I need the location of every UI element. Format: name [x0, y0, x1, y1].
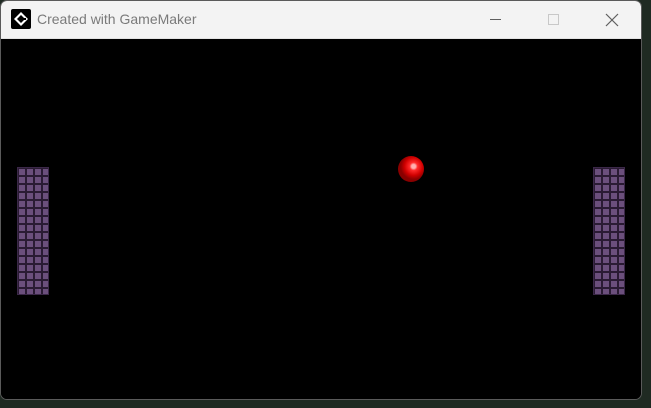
maximize-icon: [547, 14, 559, 25]
minimize-icon: [489, 19, 501, 20]
close-button[interactable]: [583, 1, 641, 38]
gamemaker-logo-icon: [11, 9, 31, 29]
game-canvas[interactable]: [1, 39, 641, 399]
right-paddle: [593, 167, 625, 295]
title-bar[interactable]: Created with GameMaker: [1, 1, 641, 39]
game-window: Created with GameMaker: [0, 0, 642, 400]
close-icon: [605, 13, 619, 26]
ball: [398, 156, 424, 182]
left-paddle: [17, 167, 49, 295]
maximize-button[interactable]: [524, 1, 582, 38]
window-title: Created with GameMaker: [37, 11, 197, 27]
minimize-button[interactable]: [466, 1, 524, 38]
